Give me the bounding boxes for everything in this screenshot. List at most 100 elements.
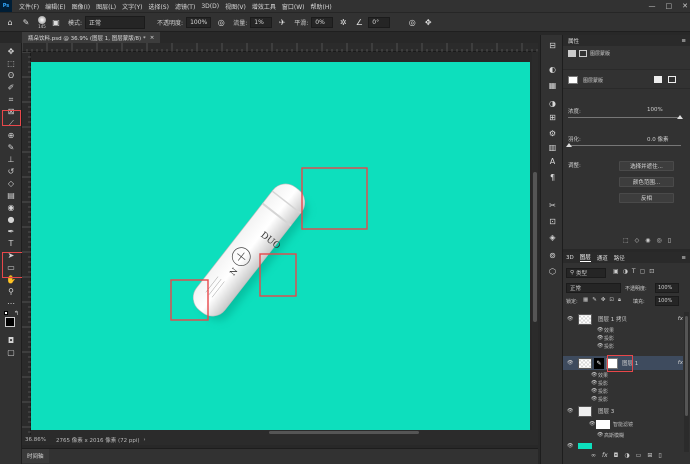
actions-panel-icon[interactable]: ⊡ [546,215,559,227]
layer-fx-icon[interactable]: fx [678,360,683,366]
move-tool-icon[interactable]: ✥ [4,46,18,57]
layer-opacity-input[interactable]: 100% [655,283,679,293]
symmetry-icon[interactable]: ✥ [422,16,434,28]
mask-enable-icon[interactable]: ◎ [657,237,662,244]
gradient-tool-icon[interactable]: ▤ [4,190,18,201]
tab-layers[interactable]: 图层 [579,253,591,262]
character-panel-icon[interactable]: A [546,155,559,167]
filter-pixel-icon[interactable]: ▣ [613,268,619,275]
lock-pixels-icon[interactable]: ▦ [583,297,588,304]
menu-image[interactable]: 图像(I) [69,2,93,11]
menu-select[interactable]: 选择(S) [145,2,172,11]
effect-item-row[interactable]: 👁︎ 投影 [563,379,683,387]
filter-adjust-icon[interactable]: ◑ [623,268,628,275]
filter-item-row[interactable]: 👁︎ 高斯模糊 [563,431,683,439]
effect-eye-icon[interactable]: 👁︎ [591,380,598,386]
lock-all-icon[interactable]: 🔒︎ [618,297,621,304]
menu-filter[interactable]: 滤镜(T) [172,2,198,11]
screen-mode-icon[interactable]: ▢ [4,347,18,358]
feather-value[interactable]: 0.0 像素 [647,135,669,143]
panel-menu-icon[interactable]: ≡ [681,38,686,44]
add-mask-icon[interactable]: ◘ [614,452,619,459]
tab-paths[interactable]: 路径 [614,254,625,262]
history-brush-tool-icon[interactable]: ↺ [4,166,18,177]
pressure-opacity-icon[interactable]: ◎ [215,16,227,28]
select-vector-mask-icon[interactable] [668,76,676,83]
opacity-input[interactable]: 100% [186,16,212,28]
vector-mask-icon[interactable] [579,50,587,57]
layer-name[interactable]: 图层 3 [598,407,614,415]
clone-stamp-tool-icon[interactable]: ⊥ [4,154,18,165]
effects-eye-icon[interactable]: 👁︎ [591,372,598,378]
visibility-eye-icon[interactable]: 👁︎ [567,360,574,366]
info-panel-icon[interactable]: ⊚ [546,249,559,261]
color-panel-icon[interactable]: ◐ [546,63,559,75]
filter-eye-icon[interactable]: 👁︎ [597,432,604,438]
styles-panel-icon[interactable]: ⚙ [546,127,559,139]
visibility-eye-icon[interactable]: 👁︎ [567,316,574,322]
document-tab[interactable]: 瓶朵饮料.psd @ 36.9% (图层 1, 图层蒙版/8) * × [22,32,161,43]
quick-mask-icon[interactable]: ◘ [4,335,18,346]
feather-slider-handle[interactable] [566,143,572,147]
close-icon[interactable]: ✕ [682,2,688,10]
lasso-tool-icon[interactable]: ʘ [4,70,18,81]
filter-smart-icon[interactable]: ⊡ [649,268,654,275]
pressure-size-icon[interactable]: ◎ [406,16,418,28]
swatches-panel-icon[interactable]: ▦ [546,79,559,91]
tool-presets-icon[interactable]: ✂ [546,199,559,211]
fill-input[interactable]: 100% [655,296,679,306]
menu-file[interactable]: 文件(F) [16,2,42,11]
apply-mask-icon[interactable]: ◇ [635,237,640,244]
density-slider-handle[interactable] [677,115,683,119]
effect-item-row[interactable]: 👁︎ 投影 [563,387,683,395]
menu-edit[interactable]: 编辑(E) [42,2,68,11]
dodge-tool-icon[interactable]: ● [4,214,18,225]
mask-visibility-icon[interactable]: ◉ [645,237,650,244]
smart-filter-eye-icon[interactable]: 👁︎ [589,421,596,427]
layers-scrollbar[interactable] [684,312,689,452]
crop-tool-icon[interactable]: ⌗ [4,94,18,105]
quick-select-tool-icon[interactable]: ✐ [4,82,18,93]
menu-layer[interactable]: 图层(L) [93,2,119,11]
pixel-mask-icon[interactable] [568,50,576,57]
density-slider[interactable] [568,115,683,119]
effect-eye-icon[interactable]: 👁︎ [597,335,604,341]
layers-menu-icon[interactable]: ≡ [681,255,686,261]
tab-3d[interactable]: 3D [566,255,574,261]
document-info[interactable]: 2765 像素 x 2016 像素 (72 ppi) [56,436,140,444]
effect-eye-icon[interactable]: 👁︎ [591,396,598,402]
properties-title[interactable]: 属性 [568,37,579,45]
lock-paint-icon[interactable]: ✎ [592,297,597,304]
delete-layer-icon[interactable]: ▯ [658,452,661,459]
libraries-panel-icon[interactable]: ⊞ [546,111,559,123]
menu-3d[interactable]: 3D(D) [198,3,222,10]
angle-input[interactable]: 0° [368,16,391,28]
foreground-color-swatch[interactable] [5,317,15,327]
invert-button[interactable]: 反相 [619,193,674,203]
brush-tool-icon[interactable]: ✎ [20,16,32,28]
minimize-icon[interactable]: — [649,2,656,10]
airbrush-icon[interactable]: ✈ [276,16,288,28]
color-range-button[interactable]: 颜色范围... [619,177,674,187]
paragraph-panel-icon[interactable]: ¶ [546,171,559,183]
smooth-input[interactable]: 0% [311,16,334,28]
new-adjustment-icon[interactable]: ◑ [624,452,629,459]
layer-name[interactable]: 图层 1 拷贝 [598,315,627,323]
pen-tool-icon[interactable]: ✒ [4,226,18,237]
new-group-icon[interactable]: ▭ [636,452,642,459]
smoothing-options-icon[interactable]: ✲ [337,16,349,28]
more-tools-icon[interactable]: ⋯ [4,298,18,309]
effect-eye-icon[interactable]: 👁︎ [597,343,604,349]
swap-colors-icon[interactable]: ↰ [14,310,19,317]
maximize-icon[interactable]: □ [666,2,673,10]
marquee-tool-icon[interactable]: ⬚ [4,58,18,69]
lock-position-icon[interactable]: ✥ [601,297,606,304]
delete-mask-icon[interactable]: ▯ [668,237,671,244]
layer-row[interactable]: 👁︎ [563,442,683,450]
vertical-scrollbar[interactable] [532,52,538,435]
layer-filter-select[interactable]: ⚲ 类型 [566,268,606,278]
add-style-icon[interactable]: fx [602,452,608,459]
feather-slider[interactable] [566,143,681,147]
mode-select[interactable]: 正常 [85,15,146,29]
navigator-panel-icon[interactable]: ◈ [546,231,559,243]
